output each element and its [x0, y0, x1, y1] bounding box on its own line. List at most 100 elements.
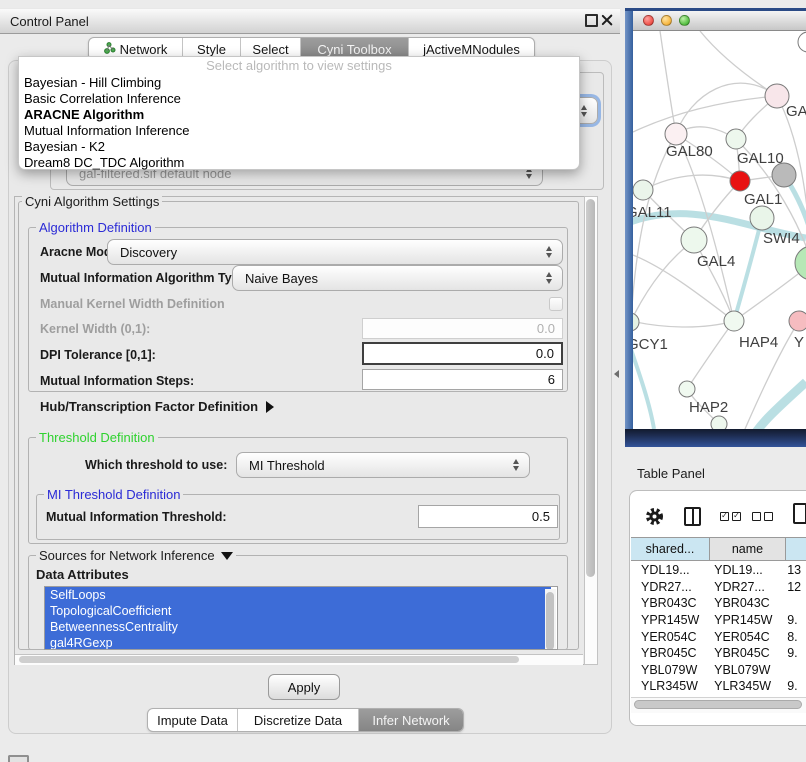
table-cell: 13 — [784, 563, 806, 577]
network-node[interactable] — [798, 32, 806, 52]
network-node-gal1[interactable] — [730, 171, 750, 191]
minimized-panel-icon[interactable] — [8, 755, 29, 762]
algorithm-option[interactable]: ARACNE Algorithm — [19, 107, 579, 123]
network-node-hap2[interactable] — [679, 381, 695, 397]
window-close-icon[interactable] — [643, 15, 654, 26]
network-edge[interactable] — [734, 218, 762, 321]
network-edge[interactable] — [687, 321, 734, 389]
column-header-shared-name[interactable]: shared... — [631, 537, 710, 561]
network-node-gal80[interactable] — [665, 123, 687, 145]
close-panel-icon[interactable] — [601, 13, 613, 25]
table-cell: 9. — [784, 679, 806, 693]
algorithm-option[interactable]: Mutual Information Inference — [19, 123, 579, 139]
network-edge[interactable] — [700, 31, 777, 96]
network-node-gal10[interactable] — [726, 129, 746, 149]
network-window-titlebar[interactable] — [633, 11, 806, 31]
window-minimize-icon[interactable] — [661, 15, 672, 26]
settings-vertical-scrollbar-thumb[interactable] — [586, 199, 595, 577]
show-columns-icon[interactable] — [684, 507, 701, 526]
node-label: GAL10 — [737, 150, 784, 167]
table-row[interactable]: YBR043CYBR043C — [631, 595, 806, 612]
network-edge[interactable] — [633, 321, 734, 327]
network-edge[interactable] — [676, 134, 734, 321]
tab-jactivemnodules-label: jActiveMNodules — [423, 42, 520, 57]
kernel-width-field[interactable]: 0.0 — [362, 318, 563, 339]
table-row[interactable]: YPR145WYPR145W9. — [631, 612, 806, 629]
node-label: GAL80 — [666, 143, 713, 160]
network-node[interactable] — [711, 416, 727, 429]
which-threshold-label: Which threshold to use: — [85, 458, 227, 472]
mi-steps-field[interactable]: 6 — [362, 369, 563, 390]
node-label: GAL — [786, 103, 806, 120]
network-node-gcy1[interactable] — [633, 313, 639, 331]
dpi-tolerance-field[interactable]: 0.0 — [362, 342, 563, 365]
table-row[interactable]: YLR345WYLR345W9. — [631, 678, 806, 695]
table-cell: YDR27... — [709, 580, 784, 594]
data-attribute-item[interactable]: BetweennessCentrality — [45, 619, 551, 635]
algorithm-option[interactable]: Dream8 DC_TDC Algorithm — [19, 155, 579, 171]
table-row[interactable]: YER054CYER054C8. — [631, 628, 806, 645]
column-header-name[interactable]: name — [710, 537, 786, 561]
table-row[interactable]: YBL079WYBL079W — [631, 662, 806, 679]
new-table-icon[interactable] — [793, 503, 806, 524]
settings-horizontal-scrollbar-thumb[interactable] — [19, 656, 519, 663]
network-node-y[interactable] — [789, 311, 806, 331]
table-options-gear-icon[interactable] — [645, 507, 664, 531]
algorithm-option[interactable]: Bayesian - Hill Climbing — [19, 75, 579, 91]
sources-group-title-row[interactable]: Sources for Network Inference — [36, 548, 236, 563]
mi-threshold-field[interactable]: 0.5 — [418, 505, 558, 528]
table-cell: YDL19... — [709, 563, 784, 577]
network-node-gal4[interactable] — [681, 227, 707, 253]
mi-threshold-value: 0.5 — [532, 509, 550, 524]
network-edge[interactable] — [676, 83, 777, 134]
tab-infer-network[interactable]: Infer Network — [359, 709, 463, 731]
mi-steps-label: Mutual Information Steps: — [40, 374, 194, 388]
node-label: HAP2 — [689, 399, 728, 416]
network-edge[interactable] — [633, 240, 694, 321]
network-node-swi4[interactable] — [750, 206, 774, 230]
network-edge[interactable] — [633, 134, 676, 321]
aracne-mode-value: Discovery — [120, 245, 177, 260]
table-cell: YER054C — [631, 630, 709, 644]
aracne-mode-select[interactable]: Discovery — [107, 239, 563, 265]
tab-impute-data[interactable]: Impute Data — [148, 709, 238, 731]
manual-kernel-label: Manual Kernel Width Definition — [40, 297, 225, 311]
select-all-columns-icon[interactable]: ✓✓ — [720, 512, 741, 521]
attribute-list-scrollbar-thumb[interactable] — [546, 592, 554, 650]
table-cell: 8. — [784, 630, 806, 644]
data-attribute-item[interactable]: SelfLoops — [45, 587, 551, 603]
algorithm-dropdown-placeholder: Select algorithm to view settings — [19, 57, 579, 75]
deselect-all-columns-icon[interactable] — [752, 512, 773, 521]
column-header-clipped[interactable] — [786, 537, 806, 561]
hub-definition-section[interactable]: Hub/Transcription Factor Definition — [40, 399, 274, 414]
network-edge[interactable] — [643, 175, 740, 190]
table-cell: 9. — [784, 646, 806, 660]
table-row[interactable]: YDR27...YDR27...12 — [631, 579, 806, 596]
tab-style-label: Style — [197, 42, 226, 57]
tab-discretize-data[interactable]: Discretize Data — [238, 709, 359, 731]
apply-button-label: Apply — [288, 680, 321, 695]
network-node[interactable] — [772, 163, 796, 187]
table-row[interactable]: YBR045CYBR045C9. — [631, 645, 806, 662]
table-row[interactable]: YDL19...YDL19...13 — [631, 562, 806, 579]
attribute-list-scrollbar[interactable] — [545, 589, 556, 649]
table-horizontal-scrollbar-thumb[interactable] — [634, 700, 802, 709]
algorithm-option[interactable]: Bayesian - K2 — [19, 139, 579, 155]
network-node-gal11[interactable] — [633, 180, 653, 200]
data-attribute-item[interactable]: TopologicalCoefficient — [45, 603, 551, 619]
network-node-hap4[interactable] — [724, 311, 744, 331]
window-zoom-icon[interactable] — [679, 15, 690, 26]
data-attribute-item[interactable]: gal4RGexp — [45, 635, 551, 650]
which-threshold-select[interactable]: MI Threshold — [236, 452, 530, 478]
manual-kernel-checkbox[interactable] — [549, 297, 563, 311]
network-canvas[interactable]: GALGAL80GAL10GAL1GAL11SWI4GAL4GCY1HAP4YH… — [633, 31, 806, 429]
dpi-tolerance-value: 0.0 — [536, 346, 554, 361]
mi-type-select[interactable]: Naive Bayes — [232, 265, 563, 291]
algorithm-option[interactable]: Basic Correlation Inference — [19, 91, 579, 107]
apply-button[interactable]: Apply — [268, 674, 340, 700]
tab-infer-network-label: Infer Network — [372, 713, 449, 728]
algorithm-dropdown-popup: Select algorithm to view settings Bayesi… — [18, 56, 580, 170]
panel-splitter-handle[interactable] — [614, 370, 619, 378]
float-window-icon[interactable] — [585, 14, 598, 27]
table-cell: YBR045C — [631, 646, 709, 660]
